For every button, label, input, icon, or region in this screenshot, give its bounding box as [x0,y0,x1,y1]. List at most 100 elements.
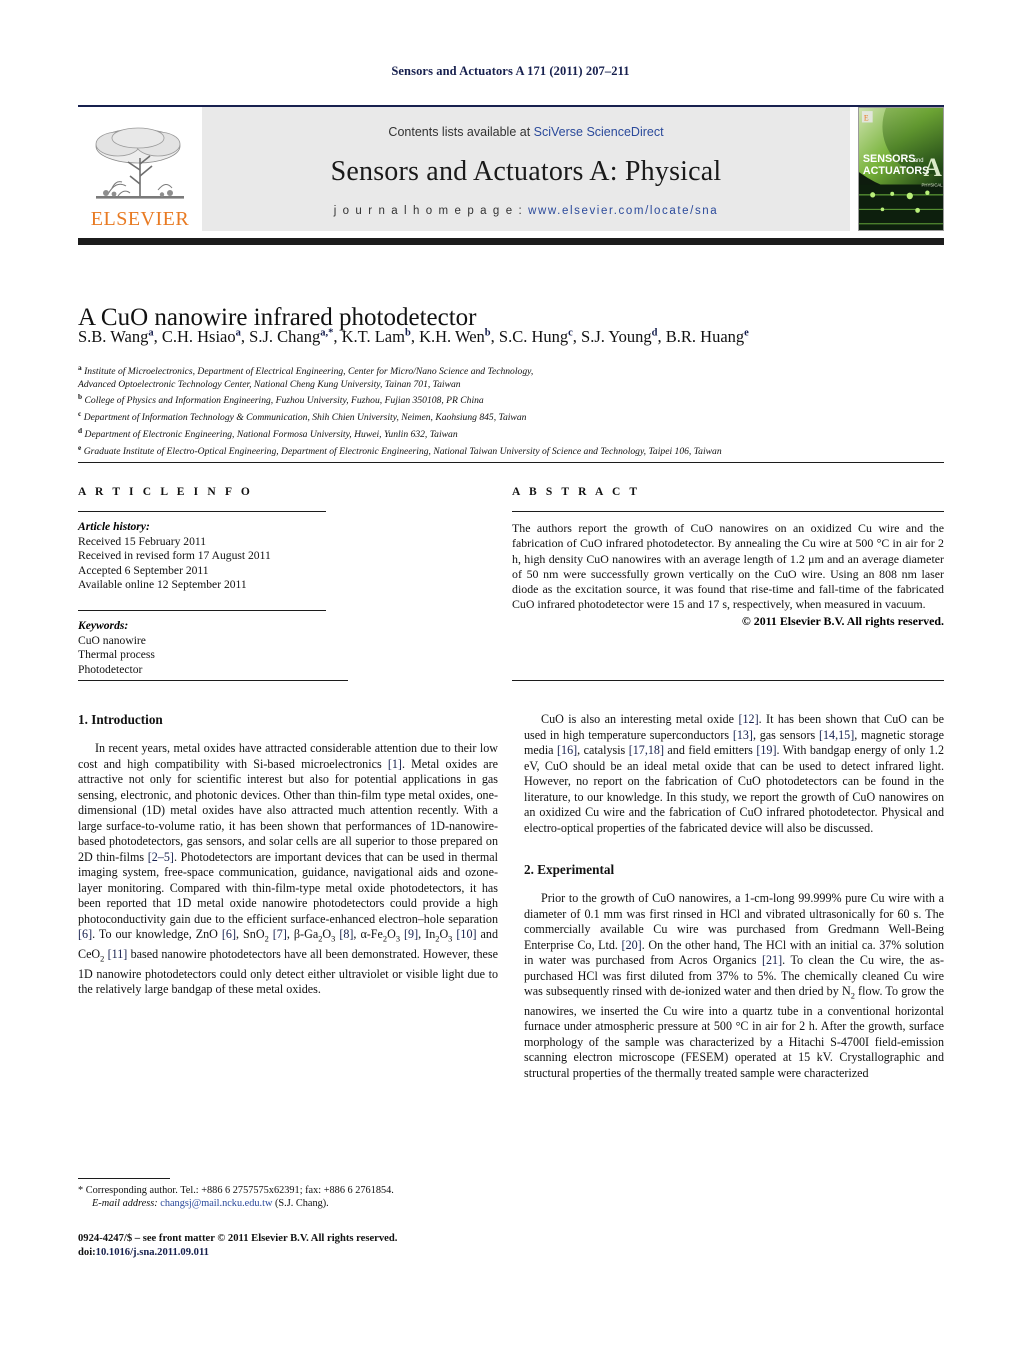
affiliation-item: c Department of Information Technology &… [78,409,527,424]
affiliation-marker: a [78,363,82,372]
author-affiliation-marker: a [148,327,154,339]
citation-link[interactable]: [17,18] [629,743,664,757]
keyword-list: CuO nanowire Thermal process Photodetect… [78,634,350,678]
citation-link[interactable]: [13] [733,728,753,742]
chemical-subscript: 3 [448,934,453,944]
author-affiliation-marker: d [651,327,658,339]
history-line: Received in revised form 17 August 2011 [78,549,271,563]
affiliation-item: Advanced Optoelectronic Technology Cente… [78,378,461,390]
citation-link[interactable]: [20] [622,938,642,952]
chemical-subscript: 2 [850,991,855,1001]
chemical-subscript: 2 [318,934,323,944]
svg-text:E: E [864,113,869,122]
article-history-label: Article history: [78,520,150,534]
contents-available-line: Contents lists available at SciVerse Sci… [388,125,663,139]
citation-link[interactable]: [1] [388,757,402,771]
corresponding-text: Corresponding author. Tel.: +886 6 27575… [83,1185,394,1196]
citation-link[interactable]: [8] [339,927,353,941]
affiliation-marker: d [78,425,83,435]
citation-link[interactable]: [16] [557,743,577,757]
article-info-column: A R T I C L E I N F O Article history: R… [78,486,350,678]
author-name: S.B. Wang [78,327,149,346]
article-history-lines: Received 15 February 2011 Received in re… [78,535,350,593]
author-name: B.R. Huang [665,327,745,346]
citation-link[interactable]: [19] [756,743,776,757]
author-name: S.J. Chang [249,327,321,346]
paragraph-introduction-1: In recent years, metal oxides have attra… [78,741,499,997]
keyword-item: Thermal process [78,648,155,662]
abstract-text: The authors report the growth of CuO nan… [512,521,944,612]
author-affiliation-marker: b [404,327,411,339]
article-info-bottom-rule [78,680,348,682]
chemical-subscript: 3 [395,934,401,944]
chemical-subscript: 2 [435,934,440,944]
svg-text:PHYSICAL: PHYSICAL [922,182,943,187]
svg-text:ACTUATORS: ACTUATORS [863,165,929,177]
journal-title: Sensors and Actuators A: Physical [330,155,722,187]
affiliation-item: e Graduate Institute of Electro-Optical … [78,442,722,457]
corresponding-author-note: * Corresponding author. Tel.: +886 6 275… [78,1184,498,1210]
affiliation-marker: b [78,392,83,402]
paragraph-introduction-2: CuO is also an interesting metal oxide [… [524,712,944,835]
abstract-heading: A B S T R A C T [512,486,641,498]
sciencedirect-link[interactable]: SciVerse ScienceDirect [534,125,664,139]
section-heading-introduction: 1. Introduction [78,712,163,727]
affiliation-marker: e [78,442,82,452]
abstract-column: A B S T R A C T The authors report the g… [512,486,944,629]
header-divider-bar [78,238,944,245]
citation-link[interactable]: [6] [222,927,236,941]
author-name: K.H. Wen [419,327,485,346]
issn-copyright-block: 0924-4247/$ – see front matter © 2011 El… [78,1232,508,1260]
citation-link[interactable]: [6] [78,927,92,941]
chemical-subscript: 3 [331,934,336,944]
author-list: S.B. Wanga, C.H. Hsiaoa, S.J. Changa,*, … [78,327,749,346]
elsevier-wordmark: ELSEVIER [90,208,190,230]
journal-cover-thumbnail: E SENSORS and ACTUATORS A PHYSICAL [858,107,944,231]
citation-link[interactable]: [9] [404,927,418,941]
keyword-item: CuO nanowire [78,633,146,647]
svg-text:and: and [914,158,924,164]
abstract-rule [512,511,944,513]
elsevier-logo: ELSEVIER [78,107,202,231]
keyword-item: Photodetector [78,662,143,676]
history-line: Available online 12 September 2011 [78,578,247,592]
running-head: Sensors and Actuators A 171 (2011) 207–2… [391,64,630,78]
citation-link[interactable]: [14,15] [819,728,854,742]
svg-text:A: A [923,153,941,183]
footnote-rule [78,1178,170,1180]
citation-link[interactable]: [2–5] [148,850,174,864]
svg-text:SENSORS: SENSORS [863,153,915,165]
email-link[interactable]: changsj@mail.ncku.edu.tw [160,1198,272,1209]
info-abstract-top-rule [78,462,944,464]
author-name: K.T. Lam [341,327,405,346]
doi-prefix: doi: [78,1247,96,1258]
body-column-right: CuO is also an interesting metal oxide [… [524,712,944,1081]
article-info-heading: A R T I C L E I N F O [78,486,253,498]
elsevier-tree-icon [95,127,184,199]
article-info-rule-1 [78,511,326,513]
doi-line: doi:10.1016/j.sna.2011.09.011 [78,1246,508,1260]
homepage-prefix: j o u r n a l h o m e p a g e : [333,204,529,217]
article-info-rule-2 [78,610,326,612]
author-affiliation-marker: b [484,327,491,339]
history-line: Accepted 6 September 2011 [78,563,209,577]
citation-link[interactable]: [21] [762,953,782,967]
masthead-center: Contents lists available at SciVerse Sci… [202,107,850,231]
citation-link[interactable]: [10] [456,927,476,941]
citation-link[interactable]: [11] [108,947,128,961]
abstract-copyright: © 2011 Elsevier B.V. All rights reserved… [741,614,944,629]
section-heading-experimental: 2. Experimental [524,862,615,877]
citation-link[interactable]: [7] [273,927,287,941]
paragraph-experimental-1: Prior to the growth of CuO nanowires, a … [524,891,945,1080]
author-name: C.H. Hsiao [161,327,236,346]
affiliation-marker: c [78,409,82,419]
affiliation-item: d Department of Electronic Engineering, … [78,425,458,441]
doi-link[interactable]: 10.1016/j.sna.2011.09.011 [96,1247,209,1258]
issn-line: 0924-4247/$ – see front matter © 2011 El… [78,1233,398,1244]
citation-link[interactable]: [12] [738,712,758,726]
homepage-url-link[interactable]: www.elsevier.com/locate/sna [528,205,718,217]
history-line: Received 15 February 2011 [78,534,207,548]
cover-art: E SENSORS and ACTUATORS A PHYSICAL [859,108,943,230]
email-owner: (S.J. Chang). [272,1198,329,1210]
contents-prefix: Contents lists available at [388,124,534,139]
